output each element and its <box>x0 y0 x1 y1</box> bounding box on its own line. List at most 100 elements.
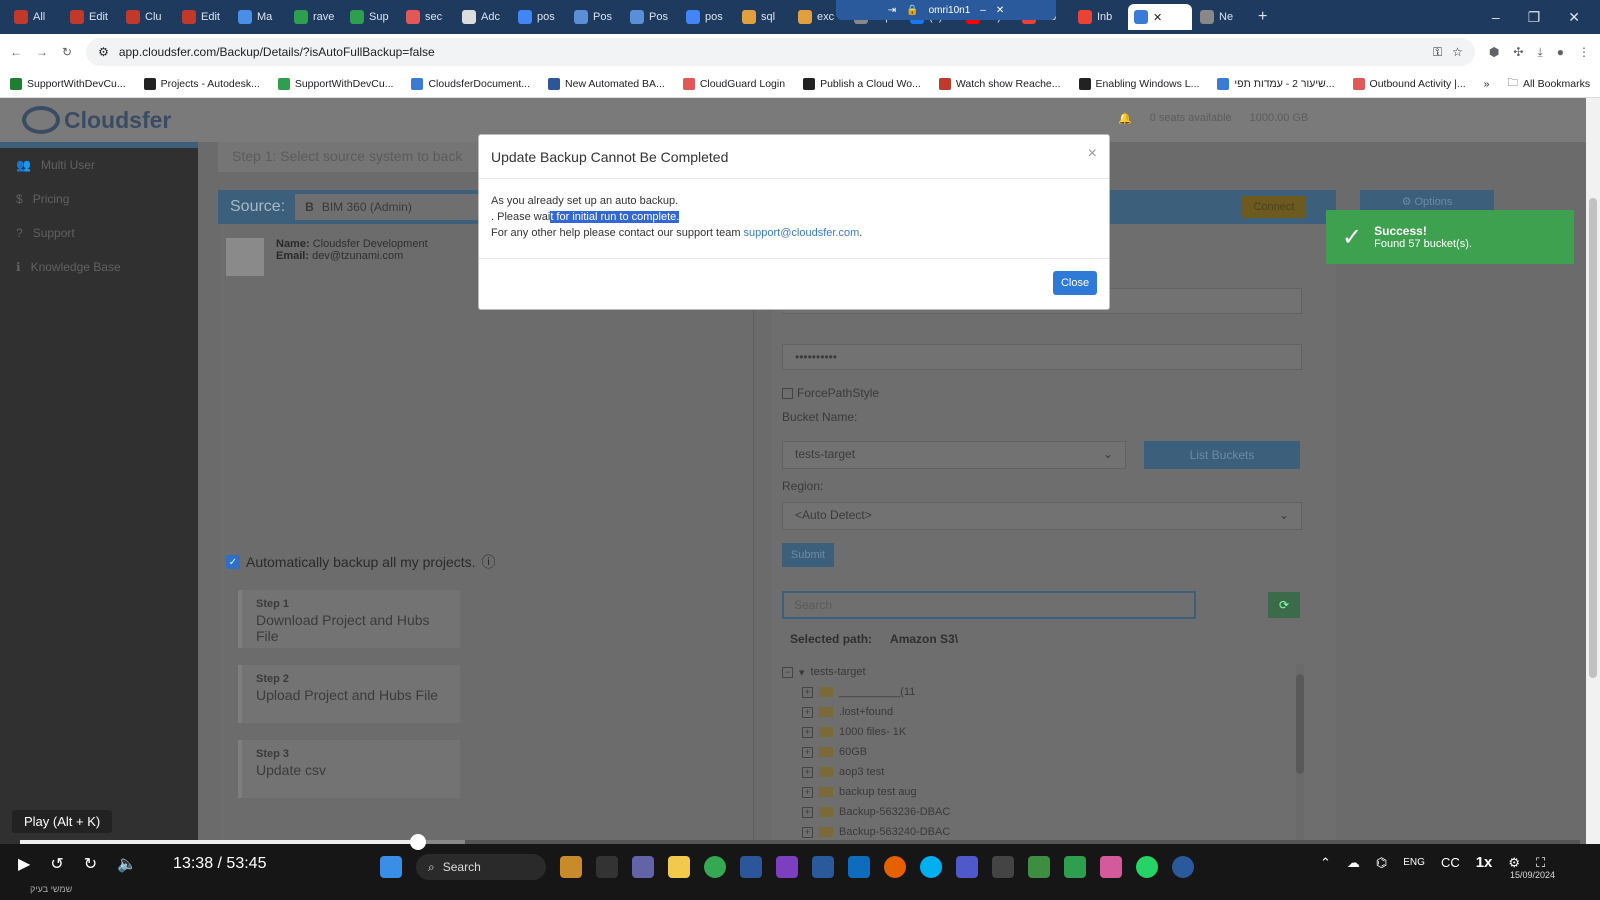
close-button[interactable]: Close <box>1053 271 1097 295</box>
expand-icon[interactable]: + <box>802 706 813 718</box>
skype-icon[interactable] <box>920 856 942 878</box>
taskbar-app-icon[interactable] <box>1064 856 1086 878</box>
close-remote-icon[interactable]: ✕ <box>996 5 1004 16</box>
refresh-button[interactable]: ⟳ <box>1268 592 1300 618</box>
expand-icon[interactable]: + <box>802 786 813 798</box>
tree-item[interactable]: +1000 files- 1K <box>782 722 1302 742</box>
chrome-icon[interactable] <box>704 856 726 878</box>
browser-tab[interactable]: Ma <box>232 4 286 30</box>
bookmark-item[interactable]: Watch show Reache... <box>938 77 1061 90</box>
bookmark-item[interactable]: SupportWithDevCu... <box>277 77 393 90</box>
forward-10-icon[interactable]: ↻ <box>84 854 97 874</box>
tree-item[interactable]: +60GB <box>782 742 1302 762</box>
browser-tab[interactable]: Ne <box>1194 4 1248 30</box>
bookmark-star-icon[interactable]: ☆ <box>1452 45 1463 59</box>
expand-icon[interactable]: + <box>802 746 813 758</box>
page-scrollbar[interactable] <box>1586 98 1600 844</box>
expand-icon[interactable]: + <box>802 826 813 838</box>
sidebar-item-support[interactable]: ? Support <box>0 216 198 250</box>
bookmark-item[interactable]: SupportWithDevCu... <box>10 77 126 90</box>
sidebar-item-multi-user[interactable]: 👥 Multi User <box>0 148 198 182</box>
bookmark-item[interactable]: New Automated BA... <box>548 77 665 90</box>
tree-root[interactable]: − ▾ tests-target <box>782 662 1302 682</box>
visual-studio-icon[interactable] <box>776 856 798 878</box>
info-circle-icon[interactable]: ⓘ <box>482 552 496 572</box>
tree-scrollbar[interactable] <box>1296 664 1304 844</box>
browser-tab[interactable]: Sup <box>344 4 398 30</box>
tree-item[interactable]: + Backup-563240-DBAC <box>782 822 1302 842</box>
browser-tab[interactable]: pos <box>680 4 734 30</box>
sidebar-item-knowledge-base[interactable]: ℹ Knowledge Base <box>0 250 198 284</box>
auto-backup-checkbox[interactable]: ✓ <box>226 555 240 569</box>
volume-icon[interactable]: 🔈 <box>117 854 137 874</box>
chevron-up-icon[interactable]: ⌃ <box>1320 855 1331 871</box>
outlook-icon[interactable] <box>848 856 870 878</box>
browser-tab[interactable]: sql <box>736 4 790 30</box>
taskbar-app-icon[interactable] <box>740 856 762 878</box>
scroll-thumb[interactable] <box>1296 674 1304 774</box>
source-select[interactable]: B BIM 360 (Admin) <box>295 194 496 220</box>
settings-gear-icon[interactable]: ⚙ <box>1508 855 1520 871</box>
step-card-1[interactable]: Step 1 Download Project and Hubs File <box>238 590 460 648</box>
close-icon[interactable]: × <box>1088 145 1097 163</box>
tree-item[interactable]: + aop3 test <box>782 762 1302 782</box>
bookmark-item[interactable]: Publish a Cloud Wo... <box>803 77 921 90</box>
browser-tab[interactable]: All <box>8 4 62 30</box>
play-icon[interactable]: ▶ <box>18 854 30 874</box>
success-toast[interactable]: ✓ Success! Found 57 bucket(s). <box>1326 210 1574 264</box>
teams-icon[interactable] <box>956 856 978 878</box>
step-card-2[interactable]: Step 2 Upload Project and Hubs File <box>238 665 460 723</box>
browser-tab[interactable]: rave <box>288 4 342 30</box>
bookmark-item[interactable]: CloudGuard Login <box>682 77 785 90</box>
profile-avatar-icon[interactable]: ● <box>1557 45 1564 59</box>
collapse-icon[interactable]: − <box>782 666 793 678</box>
options-button[interactable]: ⚙ Options <box>1360 190 1494 212</box>
windows-start-icon[interactable] <box>380 856 402 878</box>
close-tab-icon[interactable]: ✕ <box>1153 11 1162 24</box>
bookmark-item[interactable]: Projects - Autodesk... <box>143 77 260 90</box>
file-explorer-icon[interactable] <box>668 856 690 878</box>
bookmark-item[interactable]: Outbound Activity |... <box>1352 77 1466 90</box>
notification-bell-icon[interactable]: 🔔 <box>1118 112 1132 125</box>
browser-tab[interactable]: Inb <box>1072 4 1126 30</box>
puzzle-icon[interactable]: ✣ <box>1513 45 1523 59</box>
reload-icon[interactable]: ↻ <box>62 45 72 59</box>
expand-icon[interactable]: + <box>802 686 813 698</box>
taskbar-app-icon[interactable] <box>1100 856 1122 878</box>
url-text[interactable]: app.cloudsfer.com/Backup/Details/?isAuto… <box>119 45 1423 59</box>
search-input[interactable]: Search <box>782 591 1196 619</box>
taskbar-app-icon[interactable] <box>992 856 1014 878</box>
browser-tab[interactable]: sec <box>400 4 454 30</box>
site-info-icon[interactable]: ⚙ <box>98 45 109 59</box>
support-email-link[interactable]: support@cloudsfer.com <box>744 227 860 239</box>
whatsapp-icon[interactable] <box>1136 856 1158 878</box>
expand-icon[interactable]: + <box>802 806 813 818</box>
region-select[interactable]: <Auto Detect> ⌄ <box>782 502 1302 530</box>
list-buckets-button[interactable]: List Buckets <box>1144 441 1300 469</box>
secret-key-field[interactable]: •••••••••• <box>782 344 1302 370</box>
browser-tab[interactable]: Pos <box>568 4 622 30</box>
connect-button[interactable]: Connect <box>1242 196 1306 218</box>
bookmark-item[interactable]: Enabling Windows L... <box>1078 77 1199 90</box>
firefox-icon[interactable] <box>884 856 906 878</box>
powershell-icon[interactable] <box>812 856 834 878</box>
browser-tab[interactable]: Clu <box>120 4 174 30</box>
taskbar-app-icon[interactable] <box>1172 856 1194 878</box>
tree-item[interactable]: + backup test aug <box>782 782 1302 802</box>
taskbar-search[interactable]: ⌕ Search <box>416 854 546 880</box>
force-path-checkbox[interactable] <box>782 387 793 399</box>
sidebar-item-pricing[interactable]: $ Pricing <box>0 182 198 216</box>
expand-icon[interactable]: + <box>802 726 813 738</box>
more-bookmarks-icon[interactable]: » <box>1484 78 1490 90</box>
minimize-icon[interactable]: – <box>1492 9 1500 26</box>
pin-icon[interactable]: ⇥ <box>888 5 896 16</box>
minimize-remote-icon[interactable]: – <box>980 5 986 16</box>
tree-item[interactable]: + __________(11 <box>782 682 1302 702</box>
bucket-select[interactable]: tests-target ⌄ <box>782 441 1126 469</box>
close-window-icon[interactable]: ✕ <box>1568 9 1580 26</box>
menu-kebab-icon[interactable]: ⋮ <box>1578 45 1590 59</box>
browser-tab[interactable]: Edit <box>176 4 230 30</box>
restore-icon[interactable]: ❐ <box>1528 9 1541 26</box>
browser-tab[interactable]: pos <box>512 4 566 30</box>
browser-tab[interactable]: Edit <box>64 4 118 30</box>
